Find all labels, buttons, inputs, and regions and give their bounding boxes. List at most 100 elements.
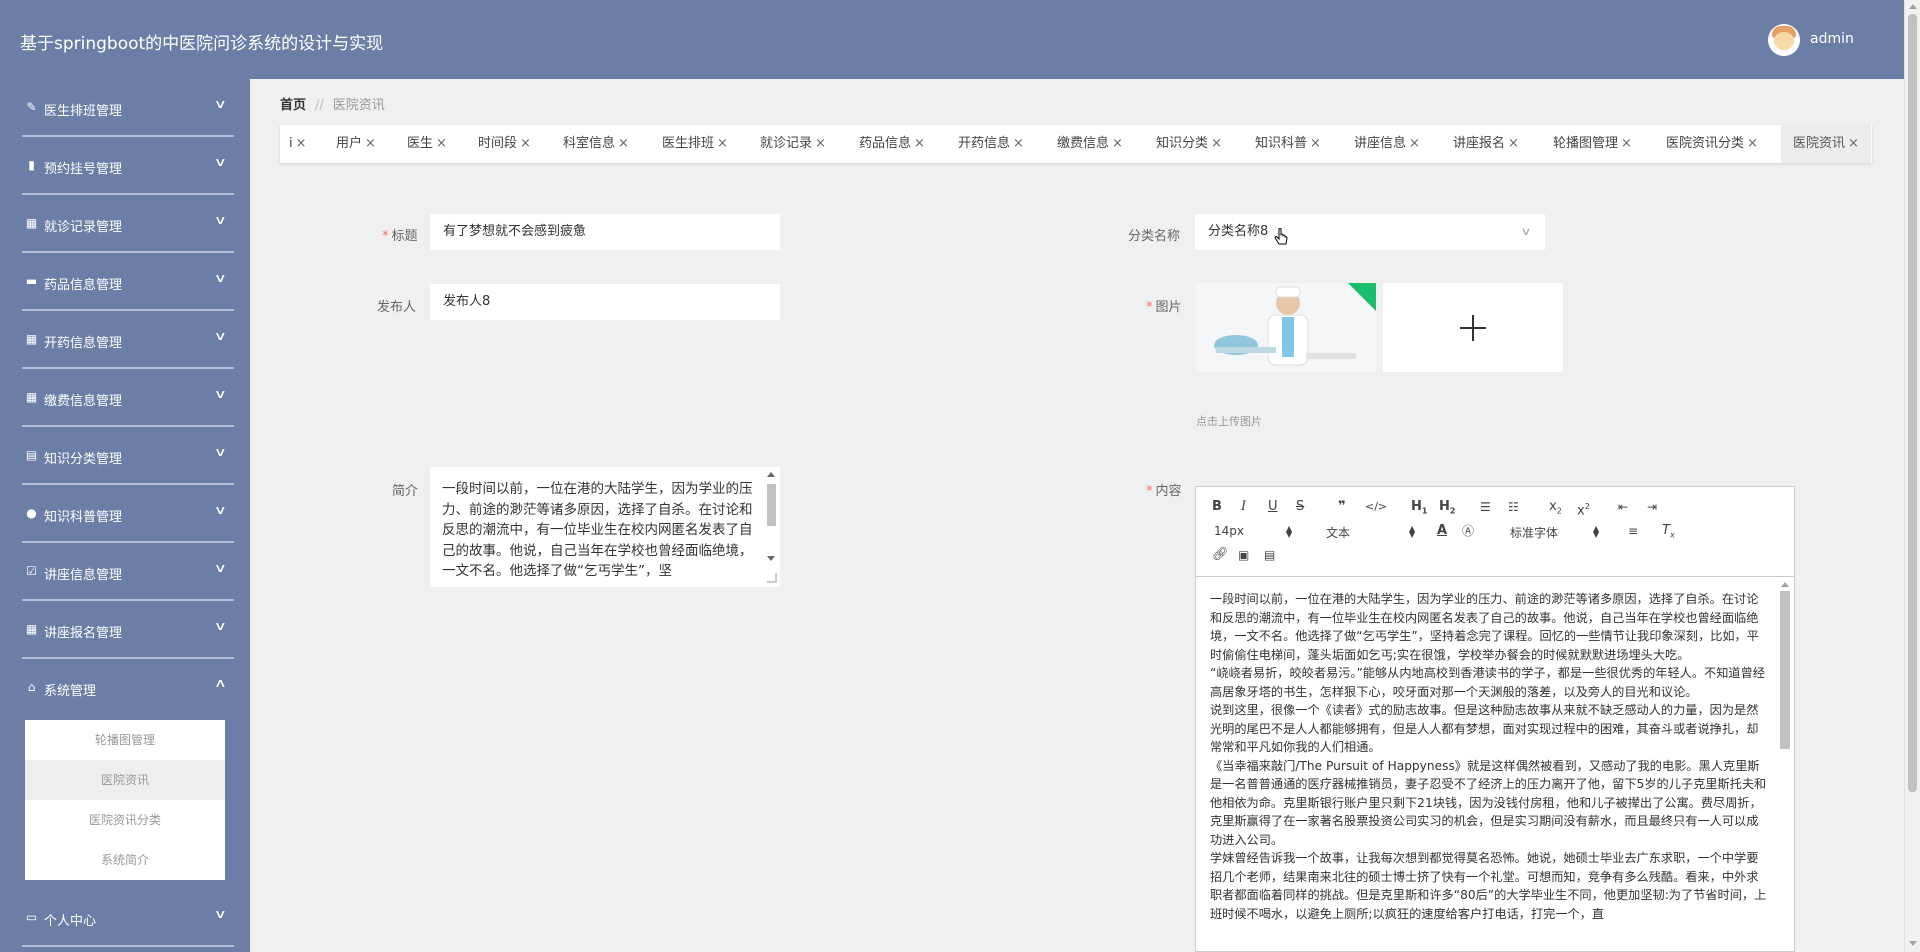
scroll-thumb[interactable] xyxy=(767,484,776,526)
bullet-list-icon[interactable]: ☷ xyxy=(1508,497,1519,517)
close-icon[interactable]: × xyxy=(1848,136,1859,151)
font-color-icon[interactable]: A xyxy=(1437,521,1447,541)
close-icon[interactable]: × xyxy=(618,136,629,151)
close-icon[interactable]: × xyxy=(365,136,376,151)
sidebar-item-prescriptions[interactable]: ▦ 开药信息管理 ∨ xyxy=(0,311,250,369)
scroll-up-arrow-icon[interactable] xyxy=(1781,582,1789,587)
background-color-icon[interactable]: Ⓐ xyxy=(1462,521,1474,541)
sidebar-item-system[interactable]: ⌂ 系统管理 ∨ xyxy=(0,659,250,717)
underline-icon[interactable]: U xyxy=(1268,497,1278,517)
uploaded-image-thumbnail[interactable] xyxy=(1196,283,1376,372)
close-icon[interactable]: × xyxy=(1508,136,1519,151)
tab-item[interactable]: 药品信息 × xyxy=(859,125,925,163)
italic-icon[interactable]: I xyxy=(1241,497,1246,517)
indent-icon[interactable]: ⇥ xyxy=(1647,497,1657,517)
strikethrough-icon[interactable]: S xyxy=(1296,497,1304,517)
link-icon[interactable]: 🔗︎ xyxy=(1212,545,1229,565)
tab-item[interactable]: 医生排班 × xyxy=(662,125,728,163)
tab-item[interactable]: 就诊记录 × xyxy=(760,125,826,163)
close-icon[interactable]: × xyxy=(1112,136,1123,151)
ordered-list-icon[interactable]: ☰ xyxy=(1480,497,1491,517)
close-icon[interactable]: × xyxy=(1747,136,1758,151)
tab-item[interactable]: 医院资讯分类 × xyxy=(1666,125,1758,163)
breadcrumb-home[interactable]: 首页 xyxy=(280,98,306,113)
sidebar-item-knowledge-category[interactable]: ▤ 知识分类管理 ∨ xyxy=(0,427,250,485)
tab-item[interactable]: 讲座报名 × xyxy=(1453,125,1519,163)
outdent-icon[interactable]: ⇤ xyxy=(1618,497,1628,517)
editor-content[interactable]: 一段时间以前，一位在港的大陆学生，因为学业的压力、前途的渺茫等诸多原因，选择了自… xyxy=(1210,590,1770,923)
tab-item[interactable]: 开药信息 × xyxy=(958,125,1024,163)
close-icon[interactable]: × xyxy=(520,136,531,151)
sidebar-item-knowledge[interactable]: ● 知识科普管理 ∨ xyxy=(0,485,250,543)
font-size-select[interactable]: 14px ▲ ▼ xyxy=(1214,524,1292,539)
submenu-item-carousel[interactable]: 轮播图管理 xyxy=(25,720,225,760)
scroll-down-arrow-icon[interactable] xyxy=(1909,941,1917,946)
code-block-icon[interactable]: </> xyxy=(1365,497,1387,517)
close-icon[interactable]: × xyxy=(1211,136,1222,151)
tab-item[interactable]: 科室信息 × xyxy=(563,125,629,163)
font-family-select[interactable]: 标准字体 ▲ ▼ xyxy=(1510,524,1599,541)
tab-item[interactable]: 用户 × xyxy=(336,125,376,163)
sidebar-item-profile[interactable]: ▭ 个人中心 ∨ xyxy=(0,889,250,947)
scroll-down-arrow-icon[interactable] xyxy=(767,556,775,561)
scroll-thumb[interactable] xyxy=(1780,591,1790,749)
tab-item[interactable]: 时间段 × xyxy=(478,125,531,163)
title-input[interactable]: 有了梦想就不会感到疲惫 xyxy=(430,214,780,250)
close-icon[interactable]: × xyxy=(436,136,447,151)
sidebar-item-schedule[interactable]: ✎ 医生排班管理 ∨ xyxy=(0,79,250,137)
superscript-icon[interactable]: x2 xyxy=(1577,497,1590,518)
avatar[interactable] xyxy=(1768,24,1800,56)
sidebar-item-drugs[interactable]: ▬ 药品信息管理 ∨ xyxy=(0,253,250,311)
submenu-item-news[interactable]: 医院资讯 xyxy=(25,760,225,800)
calendar-check-icon: ☑ xyxy=(26,564,37,578)
sidebar-item-visit-records[interactable]: ▦ 就诊记录管理 ∨ xyxy=(0,195,250,253)
editor-scrollbar[interactable] xyxy=(1778,579,1792,951)
tab-item[interactable]: 缴费信息 × xyxy=(1057,125,1123,163)
tab-item[interactable]: 轮播图管理 × xyxy=(1553,125,1632,163)
block-type-select[interactable]: 文本 ▲ ▼ xyxy=(1326,524,1415,541)
blockquote-icon[interactable]: ❞ xyxy=(1338,497,1346,517)
sidebar-item-lecture-signup[interactable]: ▦ 讲座报名管理 ∨ xyxy=(0,601,250,659)
tab-item[interactable]: 医生 × xyxy=(407,125,447,163)
image-icon[interactable]: ▣ xyxy=(1238,545,1249,565)
close-icon[interactable]: × xyxy=(815,136,826,151)
heading1-icon[interactable]: H1 xyxy=(1411,497,1427,517)
video-icon[interactable]: ▤ xyxy=(1264,545,1275,565)
scroll-up-arrow-icon[interactable] xyxy=(1909,4,1917,9)
tab-item[interactable]: 知识分类 × xyxy=(1156,125,1222,163)
category-select[interactable]: 分类名称8 ∨ xyxy=(1195,214,1545,250)
tab-item[interactable]: i × xyxy=(289,125,307,163)
align-icon[interactable]: ≡ xyxy=(1628,521,1638,541)
sidebar-item-appointment[interactable]: ▮ 预约挂号管理 ∨ xyxy=(0,137,250,195)
page-scrollbar[interactable] xyxy=(1904,0,1920,952)
breadcrumb-current: 医院资讯 xyxy=(332,98,385,113)
summary-scrollbar[interactable] xyxy=(764,467,778,587)
clear-format-icon[interactable]: Tx xyxy=(1662,521,1675,541)
sidebar-item-lectures[interactable]: ☑ 讲座信息管理 ∨ xyxy=(0,543,250,601)
close-icon[interactable]: × xyxy=(717,136,728,151)
username[interactable]: admin xyxy=(1810,31,1854,47)
scroll-thumb[interactable] xyxy=(1908,14,1917,792)
tab-label: 轮播图管理 xyxy=(1553,136,1619,151)
summary-textarea[interactable]: 一段时间以前，一位在港的大陆学生，因为学业的压力、前途的渺茫等诸多原因，选择了自… xyxy=(430,467,780,587)
sidebar-item-payments[interactable]: ▦ 缴费信息管理 ∨ xyxy=(0,369,250,427)
publisher-input[interactable]: 发布人8 xyxy=(430,284,780,320)
close-icon[interactable]: × xyxy=(1310,136,1321,151)
tab-item-active[interactable]: 医院资讯 × xyxy=(1781,125,1871,163)
subscript-icon[interactable]: x2 xyxy=(1549,497,1562,517)
close-icon[interactable]: × xyxy=(296,136,307,151)
bold-icon[interactable]: B xyxy=(1212,497,1222,517)
close-icon[interactable]: × xyxy=(1013,136,1024,151)
tab-item[interactable]: 知识科普 × xyxy=(1255,125,1321,163)
resize-grip-icon[interactable] xyxy=(767,573,777,583)
close-icon[interactable]: × xyxy=(1409,136,1420,151)
close-icon[interactable]: × xyxy=(914,136,925,151)
close-icon[interactable]: × xyxy=(1621,136,1632,151)
scroll-up-arrow-icon[interactable] xyxy=(767,472,775,477)
heading2-icon[interactable]: H2 xyxy=(1439,497,1455,517)
submenu-item-news-category[interactable]: 医院资讯分类 xyxy=(25,800,225,840)
submenu-item-intro[interactable]: 系统简介 xyxy=(25,840,225,880)
select-updown-icon: ▲ ▼ xyxy=(1286,524,1293,539)
image-upload-button[interactable] xyxy=(1383,283,1563,372)
tab-item[interactable]: 讲座信息 × xyxy=(1354,125,1420,163)
